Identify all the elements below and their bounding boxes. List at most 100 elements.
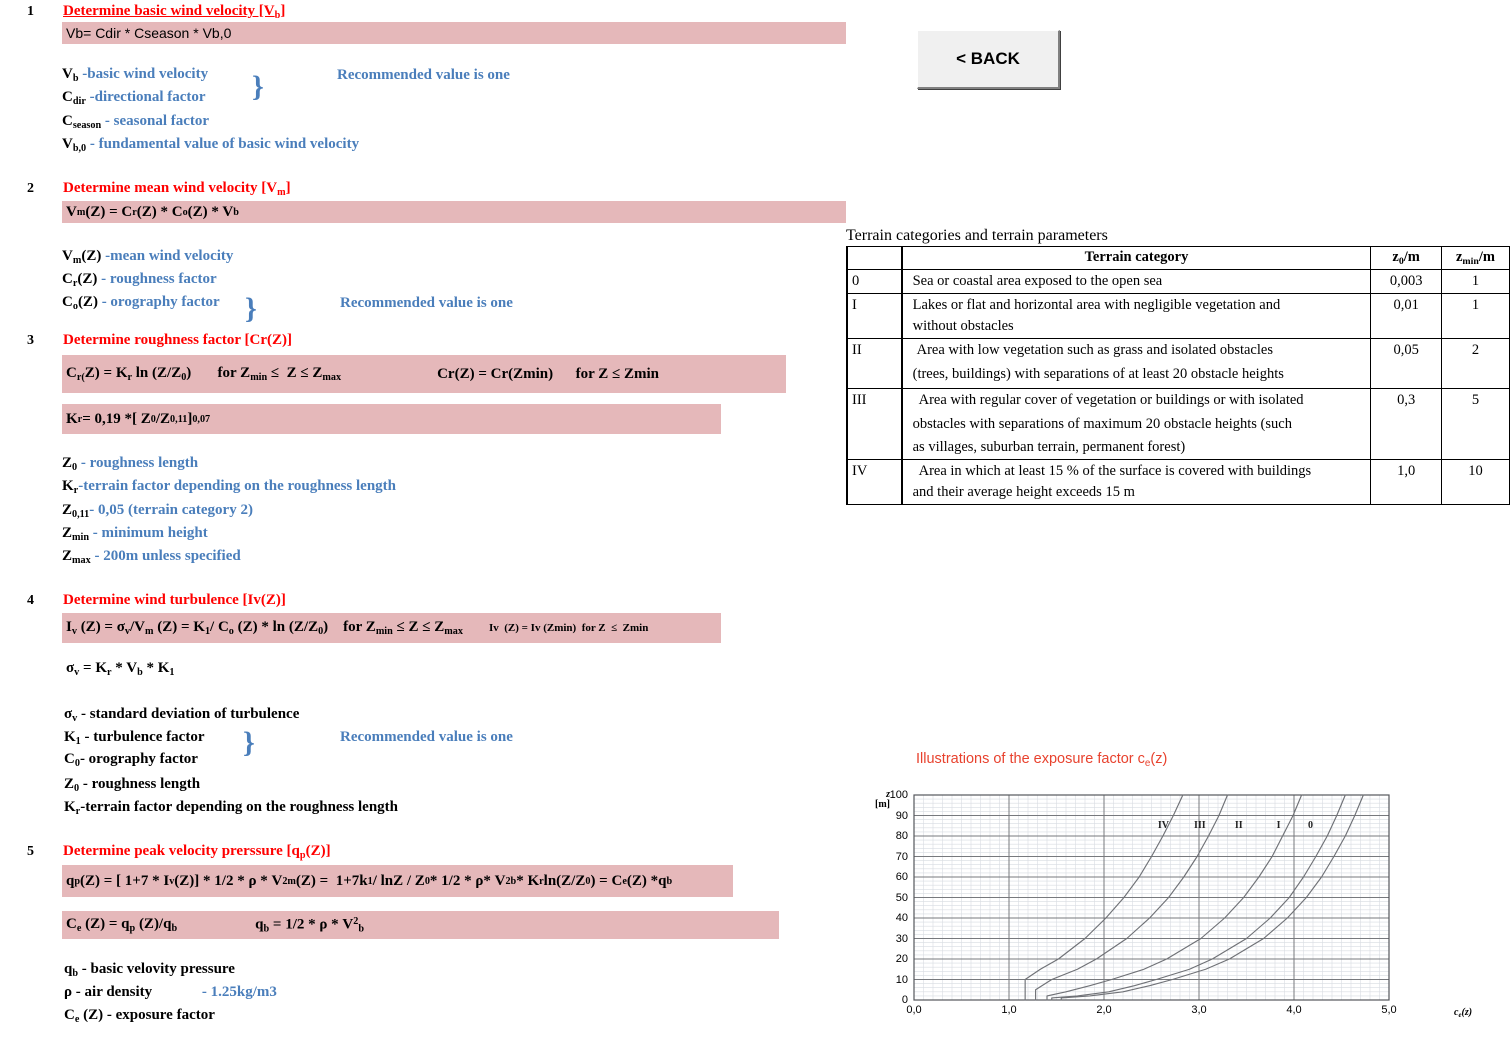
desc-line: Lakes or flat and horizontal area with n… <box>912 296 1281 313</box>
step-5-formula: qp (Z) = [ 1+7 * Iv (Z)] * 1/2 * ρ * V2m… <box>62 865 733 897</box>
chart-curve-label-III: III <box>1194 819 1206 831</box>
step-3-number: 3 <box>27 333 34 348</box>
chart-y-tick: 50 <box>895 891 908 904</box>
chart-x-tick: 5,0 <box>1381 1004 1397 1016</box>
step-5-def-2: Ce (Z) - exposure factor <box>64 1007 215 1025</box>
terrain-cat: 0 <box>846 268 903 294</box>
table-row: 0 Sea or coastal area exposed to the ope… <box>846 268 1510 294</box>
desc-line: Area with regular cover of vegetation or… <box>918 391 1304 408</box>
terrain-table-header-row: Terrain category z0/m zmin/m <box>846 246 1510 270</box>
step-4-def-1: K1 - turbulence factor <box>64 729 205 747</box>
step-3-formula-left: Cr(Z) = Kr ln (Z/Z0) for Zmin ≤ Z ≤ Zmax <box>66 365 342 383</box>
back-button[interactable]: < BACK <box>917 30 1060 89</box>
chart-title: Illustrations of the exposure factor ce(… <box>916 751 1168 769</box>
step-3-formula-bar: Cr(Z) = Kr ln (Z/Z0) for Zmin ≤ Z ≤ Zmax… <box>62 355 786 393</box>
step-1-def-0: Vb -basic wind velocity <box>62 66 209 84</box>
step-2-formula: Vm (Z) = Cr (Z) * Co (Z) * Vb <box>62 201 846 223</box>
terrain-zmin: 2 <box>1440 337 1510 389</box>
chart-curve-label-I: I <box>1276 819 1281 831</box>
step-2-recommended: Recommended value is one <box>340 295 513 311</box>
step-4-def-2: C0- orography factor <box>64 751 198 769</box>
step-1-formula: Vb= Cdir * Cseason * Vb,0 <box>62 22 846 44</box>
step-3-formula-right: Cr(Z) = Cr(Zmin) for Z ≤ Zmin <box>437 365 659 382</box>
terrain-cat: II <box>846 337 903 389</box>
step-4-formula-bar: Iv (Z) = σv/Vm (Z) = K1/ Co (Z) * ln (Z/… <box>62 613 721 643</box>
desc-line: (trees, buildings) with separations of a… <box>912 365 1284 382</box>
terrain-z0: 1,0 <box>1370 458 1442 505</box>
terrain-cat: I <box>846 292 903 339</box>
desc-line: Area with low vegetation such as grass a… <box>916 341 1273 358</box>
step-5-formula2-right: qb = 1/2 * ρ * V2b <box>255 915 364 935</box>
terrain-cat: IV <box>846 458 903 505</box>
step-4-heading: Determine wind turbulence [Iv(Z)] <box>63 592 286 608</box>
step-4-recommended: Recommended value is one <box>340 729 513 745</box>
step-1-def-3: Vb,0 - fundamental value of basic wind v… <box>62 136 360 154</box>
step-1-def-2: Cseason - seasonal factor <box>62 113 210 131</box>
brace-icon-2: } <box>245 292 257 325</box>
terrain-header-category: Terrain category <box>901 246 1372 270</box>
step-3-def-3: Zmin - minimum height <box>62 525 208 543</box>
terrain-table: Terrain category z0/m zmin/m 0 Sea or co… <box>846 246 1510 505</box>
desc-line: as villages, suburban terrain, permanent… <box>912 438 1186 455</box>
step-4-formula2: σv = Kr * Vb * K1 <box>66 660 175 678</box>
terrain-desc: Area in which at least 15 % of the surfa… <box>901 458 1372 505</box>
chart-y-tick: 30 <box>895 932 908 945</box>
chart-curve-label-0: 0 <box>1308 819 1313 831</box>
terrain-z0: 0,3 <box>1370 387 1442 460</box>
step-2-def-1: Cr(Z) - roughness factor <box>62 271 217 289</box>
brace-icon-4: } <box>243 726 255 759</box>
step-4-formula-small: Iv (Z) = Iv (Zmin) for Z ≤ Zmin <box>488 622 649 634</box>
chart-y-tick: 60 <box>895 871 908 883</box>
chart-y-tick: 40 <box>895 912 908 924</box>
desc-line: obstacles with separations of maximum 20… <box>912 415 1292 432</box>
terrain-desc: Lakes or flat and horizontal area with n… <box>901 292 1372 339</box>
table-row: II Area with low vegetation such as gras… <box>846 337 1510 389</box>
chart-y-tick: 80 <box>895 830 908 842</box>
step-3-def-4: Zmax - 200m unless specified <box>62 548 241 566</box>
desc-line: Sea or coastal area exposed to the open … <box>912 272 1163 289</box>
step-4-def-4: Kr-terrain factor depending on the rough… <box>64 799 398 817</box>
terrain-zmin: 1 <box>1440 292 1510 339</box>
chart-x-tick: 2,0 <box>1096 1004 1112 1016</box>
chart-y-tick: 100 <box>889 789 908 801</box>
terrain-z0: 0,05 <box>1370 337 1442 389</box>
terrain-zmin: 5 <box>1440 387 1510 460</box>
step-5-formula2-bar: Ce (Z) = qp (Z)/qb qb = 1/2 * ρ * V2b <box>62 911 779 939</box>
terrain-zmin: 1 <box>1440 268 1510 294</box>
desc-line: Area in which at least 15 % of the surfa… <box>918 462 1312 479</box>
chart-x-axis-label: ce(z) <box>1454 1007 1473 1019</box>
terrain-cat: III <box>846 387 903 460</box>
table-row: IV Area in which at least 15 % of the su… <box>846 458 1510 505</box>
chart-x-tick: 1,0 <box>1001 1004 1017 1016</box>
step-3-def-0: Z0 - roughness length <box>62 455 199 473</box>
terrain-desc: Area with regular cover of vegetation or… <box>901 387 1372 460</box>
brace-icon-1: } <box>252 70 264 103</box>
desc-line: without obstacles <box>912 317 1014 334</box>
step-3-def-1: Kr-terrain factor depending on the rough… <box>62 478 396 496</box>
step-5-def-1: ρ - air density - 1.25kg/m3 <box>64 984 277 1000</box>
terrain-desc: Sea or coastal area exposed to the open … <box>901 268 1372 294</box>
exposure-factor-chart: z [m] ce(z) 0 10 20 30 40 50 60 70 80 90 100 0,0 1,0 2… <box>866 785 1506 1040</box>
terrain-header-blank <box>846 246 903 270</box>
step-4-number: 4 <box>27 593 34 608</box>
step-1-def-1: Cdir -directional factor <box>62 89 206 107</box>
step-5-def-0: qb - basic velovity pressure <box>64 961 235 979</box>
step-3-def-2: Z0,11- 0,05 (terrain category 2) <box>62 502 253 520</box>
step-4-def-0: σv - standard deviation of turbulence <box>64 706 300 724</box>
chart-x-tick: 0,0 <box>906 1004 922 1016</box>
step-2-def-2: Co(Z) - orography factor <box>62 294 220 312</box>
chart-y-tick: 70 <box>895 850 908 863</box>
step-3-formula2: Kr = 0,19 *[ Z 0/Z 0,11] 0,07 <box>62 404 721 434</box>
table-row: III Area with regular cover of vegetatio… <box>846 387 1510 460</box>
terrain-desc: Area with low vegetation such as grass a… <box>901 337 1372 389</box>
chart-x-tick: 3,0 <box>1191 1004 1207 1016</box>
step-2-def-0: Vm(Z) -mean wind velocity <box>62 248 234 266</box>
terrain-table-title: Terrain categories and terrain parameter… <box>846 227 1108 244</box>
step-5-formula2-left: Ce (Z) = qp (Z)/qb <box>66 916 178 934</box>
terrain-header-z0: z0/m <box>1370 246 1442 270</box>
chart-y-tick: 10 <box>895 973 908 986</box>
step-1-heading: Determine basic wind velocity [Vb] <box>63 3 286 21</box>
chart-x-tick: 4,0 <box>1286 1004 1302 1016</box>
table-row: I Lakes or flat and horizontal area with… <box>846 292 1510 339</box>
chart-y-tick: 20 <box>895 953 908 965</box>
